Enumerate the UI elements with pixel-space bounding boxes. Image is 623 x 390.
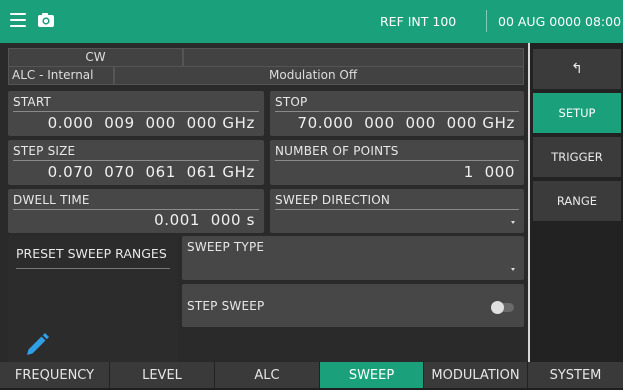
sweep-type-dropdown[interactable]: SWEEP TYPE <box>182 236 524 280</box>
step-sweep-toggle[interactable] <box>491 301 514 314</box>
dwell-time-field[interactable]: DWELL TIME 0.001 000 s <box>8 189 264 233</box>
tab-alc[interactable]: ALC <box>215 362 320 388</box>
field-divider <box>275 111 519 112</box>
field-divider <box>13 209 259 210</box>
pencil-icon[interactable] <box>24 332 50 358</box>
side-menu-setup[interactable]: SETUP <box>533 93 621 133</box>
modulation-status: Modulation Off <box>114 66 524 85</box>
top-bar: REF INT 100 00 AUG 0000 08:00 <box>0 0 623 43</box>
stop-label: STOP <box>275 95 308 109</box>
start-value: 0.000 009 000 000 GHz <box>47 114 255 132</box>
tab-system[interactable]: SYSTEM <box>528 362 623 388</box>
reference-status: REF INT 100 <box>380 14 457 29</box>
tab-modulation[interactable]: MODULATION <box>424 362 528 388</box>
stop-value: 70.000 000 000 000 GHz <box>297 114 515 132</box>
dropdown-arrow-icon <box>511 268 515 271</box>
sweep-direction-label: SWEEP DIRECTION <box>275 193 391 207</box>
dwell-time-label: DWELL TIME <box>13 193 90 207</box>
side-menu-trigger[interactable]: TRIGGER <box>533 137 621 177</box>
side-menu-range[interactable]: RANGE <box>533 181 621 221</box>
field-divider <box>275 160 519 161</box>
alc-status: ALC - Internal <box>8 66 114 85</box>
step-size-value: 0.070 070 061 061 GHz <box>47 163 255 181</box>
date-time: 00 AUG 0000 08:00 <box>498 14 622 29</box>
preset-sweep-ranges-label: PRESET SWEEP RANGES <box>16 246 167 261</box>
mode-status-extra <box>183 48 524 67</box>
tab-sweep[interactable]: SWEEP <box>320 362 424 388</box>
back-arrow-icon: ↰ <box>571 61 583 77</box>
dropdown-arrow-icon <box>511 221 515 224</box>
number-of-points-value: 1 000 <box>463 163 515 181</box>
bottom-tab-bar: FREQUENCY LEVEL ALC SWEEP MODULATION SYS… <box>0 362 623 388</box>
number-of-points-label: NUMBER OF POINTS <box>275 144 399 158</box>
number-of-points-field[interactable]: NUMBER OF POINTS 1 000 <box>270 140 524 185</box>
step-size-field[interactable]: STEP SIZE 0.070 070 061 061 GHz <box>8 140 264 185</box>
preset-divider <box>16 268 170 269</box>
preset-sweep-ranges-panel: PRESET SWEEP RANGES <box>8 236 178 369</box>
step-sweep-row[interactable]: STEP SWEEP <box>182 284 524 327</box>
dwell-time-value: 0.001 000 s <box>154 211 255 229</box>
sweep-direction-dropdown[interactable]: SWEEP DIRECTION <box>270 189 524 233</box>
toggle-knob <box>491 301 504 314</box>
side-menu: ↰ SETUP TRIGGER RANGE <box>528 43 623 362</box>
step-size-label: STEP SIZE <box>13 144 76 158</box>
start-label: START <box>13 95 52 109</box>
back-button[interactable]: ↰ <box>533 49 621 89</box>
field-divider <box>13 111 259 112</box>
main-panel: CW ALC - Internal Modulation Off START 0… <box>0 43 528 369</box>
hamburger-menu-icon[interactable] <box>10 13 26 27</box>
sweep-type-label: SWEEP TYPE <box>187 240 265 254</box>
camera-icon[interactable] <box>37 11 55 29</box>
mode-status: CW <box>8 48 183 67</box>
step-sweep-label: STEP SWEEP <box>187 299 265 313</box>
field-divider <box>13 160 259 161</box>
tab-level[interactable]: LEVEL <box>110 362 215 388</box>
start-frequency-field[interactable]: START 0.000 009 000 000 GHz <box>8 91 264 136</box>
header-divider <box>486 10 487 32</box>
tab-frequency[interactable]: FREQUENCY <box>0 362 110 388</box>
field-divider <box>275 209 519 210</box>
stop-frequency-field[interactable]: STOP 70.000 000 000 000 GHz <box>270 91 524 136</box>
